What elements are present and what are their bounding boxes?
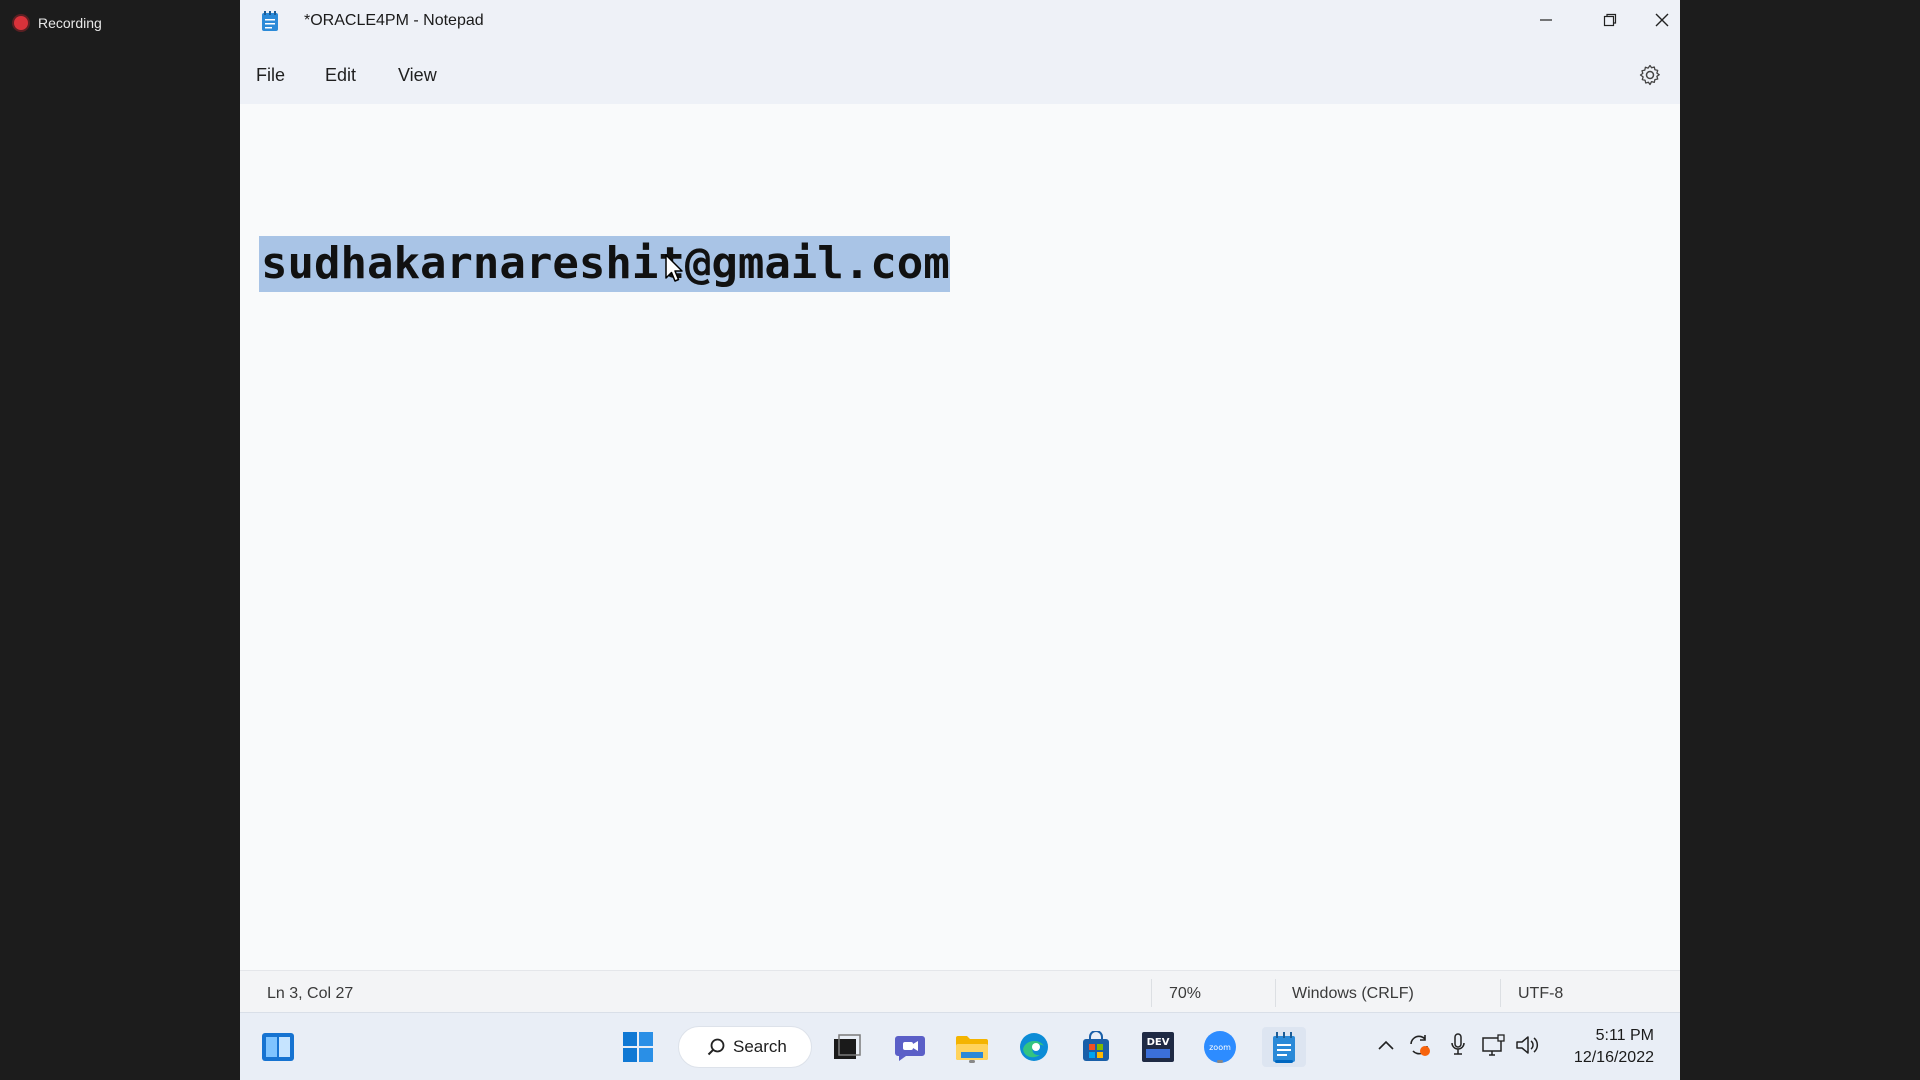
restore-button[interactable] [1580,0,1640,40]
zoom-level[interactable]: 70% [1169,985,1201,1003]
menu-file[interactable]: File [256,65,285,86]
search-icon [707,1038,725,1056]
taskbar-search[interactable]: Search [678,1026,812,1068]
minimize-button[interactable] [1516,0,1576,40]
zoom-button[interactable]: zoom [1200,1027,1240,1067]
cursor-position: Ln 3, Col 27 [267,985,354,1002]
volume-button[interactable] [1515,1033,1539,1057]
store-icon [1083,1031,1109,1061]
dev-icon: DEV [1142,1032,1174,1062]
status-divider [1275,979,1276,1007]
menu-view[interactable]: View [398,65,437,86]
task-view-button[interactable] [827,1027,867,1067]
text-editor[interactable]: sudhakarnareshit@gmail.com [240,104,1680,970]
menu-edit[interactable]: Edit [325,65,356,86]
svg-text:DEV: DEV [1147,1037,1170,1048]
sync-icon [1410,1035,1430,1056]
record-dot-icon [14,16,28,30]
selected-text[interactable]: sudhakarnareshit@gmail.com [259,236,950,292]
zoom-icon: zoom [1204,1031,1236,1063]
store-button[interactable] [1076,1027,1116,1067]
encoding[interactable]: UTF-8 [1518,985,1563,1003]
taskbar: Search DEV zoom 5:11 PM 12/16/2022 [240,1012,1680,1080]
microphone-icon [1451,1033,1465,1055]
svg-text:zoom: zoom [1209,1043,1231,1052]
chevron-up-icon [1378,1040,1394,1050]
recording-label: Recording [38,15,102,31]
search-label: Search [733,1037,787,1056]
dev-app-button[interactable]: DEV [1138,1027,1178,1067]
system-clock[interactable]: 5:11 PM 12/16/2022 [1574,1025,1654,1069]
microphone-button[interactable] [1446,1033,1470,1057]
notepad-app-icon [262,11,278,31]
network-button[interactable] [1482,1033,1506,1057]
widgets-button[interactable] [258,1027,298,1067]
window-title: *ORACLE4PM - Notepad [304,12,484,29]
clock-time: 5:11 PM [1595,1027,1654,1044]
file-explorer-button[interactable] [952,1027,992,1067]
minimize-icon [1540,19,1552,21]
network-icon [1482,1034,1505,1056]
teams-chat-icon [895,1036,925,1061]
clock-date: 12/16/2022 [1573,1049,1654,1066]
file-explorer-icon [956,1036,988,1060]
close-button[interactable] [1644,0,1680,40]
status-divider [1500,979,1501,1007]
running-indicator [1217,1060,1223,1063]
widgets-icon [262,1033,294,1061]
notepad-icon [1273,1032,1295,1062]
running-indicator [969,1060,975,1063]
line-ending[interactable]: Windows (CRLF) [1292,985,1414,1003]
status-divider [1151,979,1152,1007]
edge-button[interactable] [1014,1027,1054,1067]
show-hidden-icons-button[interactable] [1374,1033,1398,1057]
start-button[interactable] [618,1027,658,1067]
teams-chat-button[interactable] [890,1027,930,1067]
settings-gear-icon[interactable] [1638,63,1662,87]
task-view-icon [834,1034,861,1059]
edge-icon [1020,1033,1048,1061]
active-indicator [1275,1060,1293,1063]
title-bar[interactable]: *ORACLE4PM - Notepad [240,0,1680,44]
notepad-taskbar-button[interactable] [1262,1027,1306,1067]
mouse-cursor-icon [665,254,683,282]
recording-indicator: Recording [14,15,102,31]
notepad-window: *ORACLE4PM - Notepad File Edit View sudh… [240,0,1680,1080]
volume-icon [1516,1036,1539,1054]
close-icon [1655,13,1669,27]
start-icon [623,1032,653,1062]
status-bar: Ln 3, Col 27 70% Windows (CRLF) UTF-8 [240,970,1680,1013]
restore-icon [1603,13,1617,27]
sync-status-button[interactable] [1407,1033,1431,1057]
menu-bar: File Edit View [240,44,1680,104]
